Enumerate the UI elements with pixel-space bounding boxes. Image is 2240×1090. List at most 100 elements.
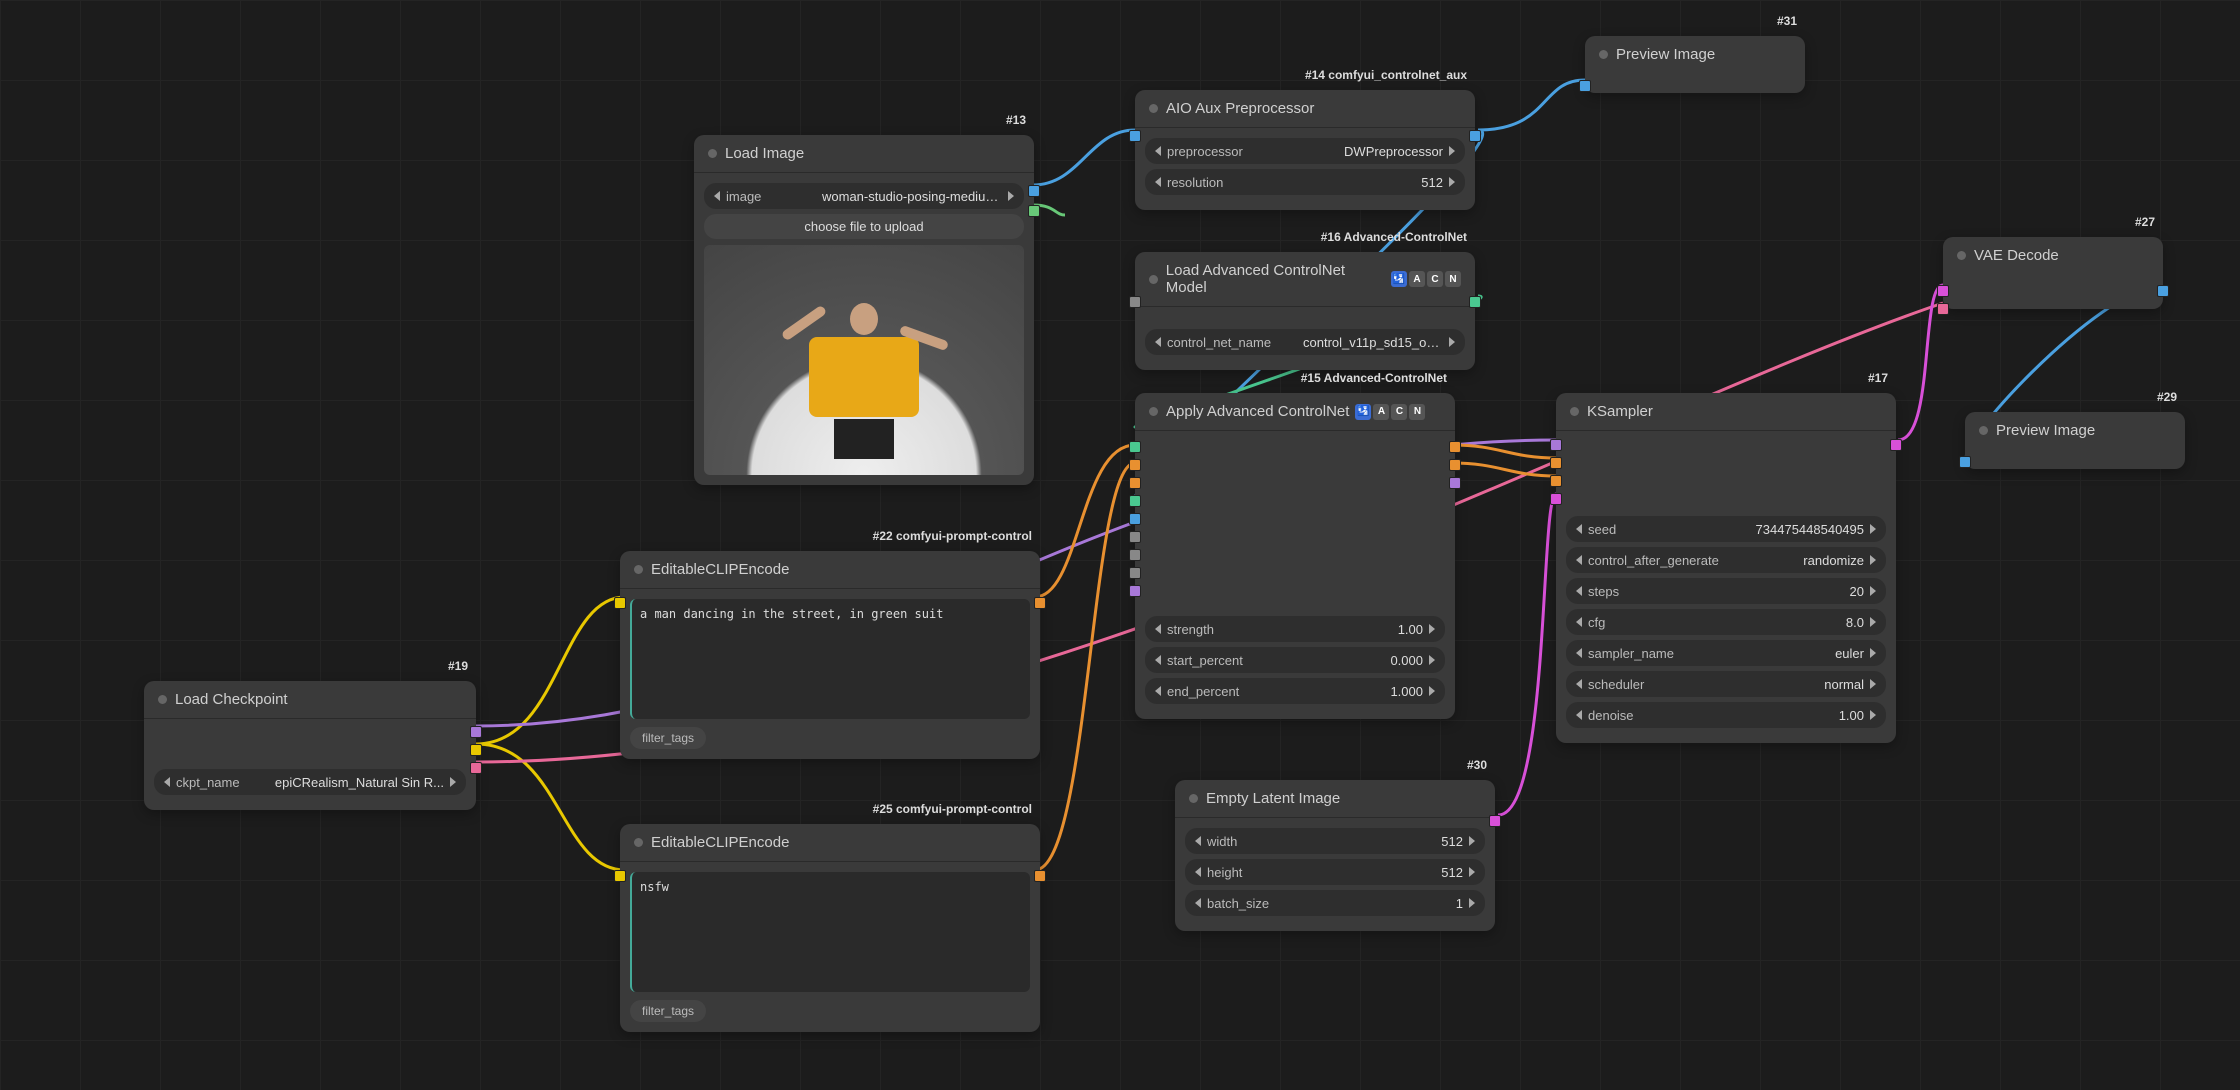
node-id: #31: [1777, 14, 1797, 28]
port-vae[interactable]: [1937, 303, 1949, 315]
acn-icon: 🛂ACN: [1355, 404, 1425, 420]
node-clip-encode-positive[interactable]: #22 comfyui-prompt-control EditableCLIPE…: [620, 551, 1040, 759]
port-in4[interactable]: [1129, 495, 1141, 507]
node-preview-image-2[interactable]: #29 Preview Image: [1965, 412, 2185, 469]
node-load-checkpoint[interactable]: #19 Load Checkpoint ckpt_name epiCRealis…: [144, 681, 476, 810]
node-id: #17: [1868, 371, 1888, 385]
port-latent-out[interactable]: [1489, 815, 1501, 827]
port-image-in[interactable]: [1129, 130, 1141, 142]
field-steps[interactable]: steps20: [1566, 578, 1886, 604]
port-positive[interactable]: [1550, 457, 1562, 469]
port-negative[interactable]: [1129, 477, 1141, 489]
port-mask[interactable]: [1028, 205, 1040, 217]
field-ckpt-name[interactable]: ckpt_name epiCRealism_Natural Sin R...: [154, 769, 466, 795]
prompt-textarea[interactable]: nsfw: [630, 872, 1030, 992]
node-load-image[interactable]: #13 Load Image image woman-studio-posing…: [694, 135, 1034, 485]
node-title: VAE Decode: [1974, 247, 2059, 264]
field-start-percent[interactable]: start_percent0.000: [1145, 647, 1445, 673]
node-title: EditableCLIPEncode: [651, 561, 789, 578]
node-title: Load Advanced ControlNet Model: [1166, 262, 1385, 296]
field-scheduler[interactable]: schedulernormal: [1566, 671, 1886, 697]
port-negative-out[interactable]: [1449, 459, 1461, 471]
port-image-out[interactable]: [1469, 130, 1481, 142]
canvas-grid[interactable]: [0, 0, 2240, 1090]
port-in8[interactable]: [1129, 567, 1141, 579]
field-strength[interactable]: strength1.00: [1145, 616, 1445, 642]
node-empty-latent[interactable]: #30 Empty Latent Image width512 height51…: [1175, 780, 1495, 931]
node-id: #30: [1467, 758, 1487, 772]
port-image-out[interactable]: [2157, 285, 2169, 297]
chevron-right-icon: [1008, 191, 1014, 201]
node-title: EditableCLIPEncode: [651, 834, 789, 851]
node-aio-preprocessor[interactable]: #14 comfyui_controlnet_aux AIO Aux Prepr…: [1135, 90, 1475, 210]
port-negative[interactable]: [1550, 475, 1562, 487]
node-id: #19: [448, 659, 468, 673]
node-id: #15 Advanced-ControlNet: [1301, 371, 1447, 385]
port-latent[interactable]: [1550, 493, 1562, 505]
port-vae[interactable]: [470, 762, 482, 774]
image-preview: [704, 245, 1024, 475]
node-id: #13: [1006, 113, 1026, 127]
field-control-after[interactable]: control_after_generaterandomize: [1566, 547, 1886, 573]
field-controlnet-name[interactable]: control_net_namecontrol_v11p_sd15_ope...: [1145, 329, 1465, 355]
filter-tags-pill[interactable]: filter_tags: [630, 727, 706, 749]
node-title: Preview Image: [1616, 46, 1715, 63]
node-id: #16 Advanced-ControlNet: [1321, 230, 1467, 244]
port-clip-in[interactable]: [614, 870, 626, 882]
node-vae-decode[interactable]: #27 VAE Decode: [1943, 237, 2163, 309]
port-image[interactable]: [1129, 513, 1141, 525]
port-out3[interactable]: [1449, 477, 1461, 489]
node-title: KSampler: [1587, 403, 1653, 420]
node-ksampler[interactable]: #17 KSampler seed734475448540495 control…: [1556, 393, 1896, 743]
node-load-adv-controlnet[interactable]: #16 Advanced-ControlNet Load Advanced Co…: [1135, 252, 1475, 370]
port-clip-in[interactable]: [614, 597, 626, 609]
node-id: #22 comfyui-prompt-control: [873, 529, 1032, 543]
port-in9[interactable]: [1129, 585, 1141, 597]
field-width[interactable]: width512: [1185, 828, 1485, 854]
acn-icon: 🛂ACN: [1391, 271, 1461, 287]
port-model[interactable]: [1550, 439, 1562, 451]
node-title: Apply Advanced ControlNet: [1166, 403, 1349, 420]
node-preview-image-1[interactable]: #31 Preview Image: [1585, 36, 1805, 93]
node-title: Load Checkpoint: [175, 691, 288, 708]
node-title: AIO Aux Preprocessor: [1166, 100, 1314, 117]
port-samples[interactable]: [1937, 285, 1949, 297]
upload-button[interactable]: choose file to upload: [704, 214, 1024, 239]
field-seed[interactable]: seed734475448540495: [1566, 516, 1886, 542]
port-images[interactable]: [1579, 80, 1591, 92]
port-controlnet[interactable]: [1129, 441, 1141, 453]
port-positive[interactable]: [1129, 459, 1141, 471]
port-in[interactable]: [1129, 296, 1141, 308]
field-resolution[interactable]: resolution512: [1145, 169, 1465, 195]
chevron-left-icon: [714, 191, 720, 201]
port-controlnet-out[interactable]: [1469, 296, 1481, 308]
prompt-textarea[interactable]: a man dancing in the street, in green su…: [630, 599, 1030, 719]
port-image[interactable]: [1028, 185, 1040, 197]
field-image[interactable]: image woman-studio-posing-medium-sh...: [704, 183, 1024, 209]
field-sampler[interactable]: sampler_nameeuler: [1566, 640, 1886, 666]
filter-tags-pill[interactable]: filter_tags: [630, 1000, 706, 1022]
node-clip-encode-negative[interactable]: #25 comfyui-prompt-control EditableCLIPE…: [620, 824, 1040, 1032]
node-title: Load Image: [725, 145, 804, 162]
chevron-left-icon: [164, 777, 170, 787]
port-conditioning-out[interactable]: [1034, 597, 1046, 609]
port-latent-out[interactable]: [1890, 439, 1902, 451]
port-conditioning-out[interactable]: [1034, 870, 1046, 882]
node-id: #27: [2135, 215, 2155, 229]
field-end-percent[interactable]: end_percent1.000: [1145, 678, 1445, 704]
port-in7[interactable]: [1129, 549, 1141, 561]
field-preprocessor[interactable]: preprocessorDWPreprocessor: [1145, 138, 1465, 164]
port-positive-out[interactable]: [1449, 441, 1461, 453]
port-model[interactable]: [470, 726, 482, 738]
node-id: #14 comfyui_controlnet_aux: [1305, 68, 1467, 82]
field-height[interactable]: height512: [1185, 859, 1485, 885]
port-clip[interactable]: [470, 744, 482, 756]
node-title: Empty Latent Image: [1206, 790, 1340, 807]
field-cfg[interactable]: cfg8.0: [1566, 609, 1886, 635]
node-apply-adv-controlnet[interactable]: #15 Advanced-ControlNet Apply Advanced C…: [1135, 393, 1455, 719]
port-images[interactable]: [1959, 456, 1971, 468]
field-batch[interactable]: batch_size1: [1185, 890, 1485, 916]
field-denoise[interactable]: denoise1.00: [1566, 702, 1886, 728]
port-in6[interactable]: [1129, 531, 1141, 543]
node-id: #29: [2157, 390, 2177, 404]
